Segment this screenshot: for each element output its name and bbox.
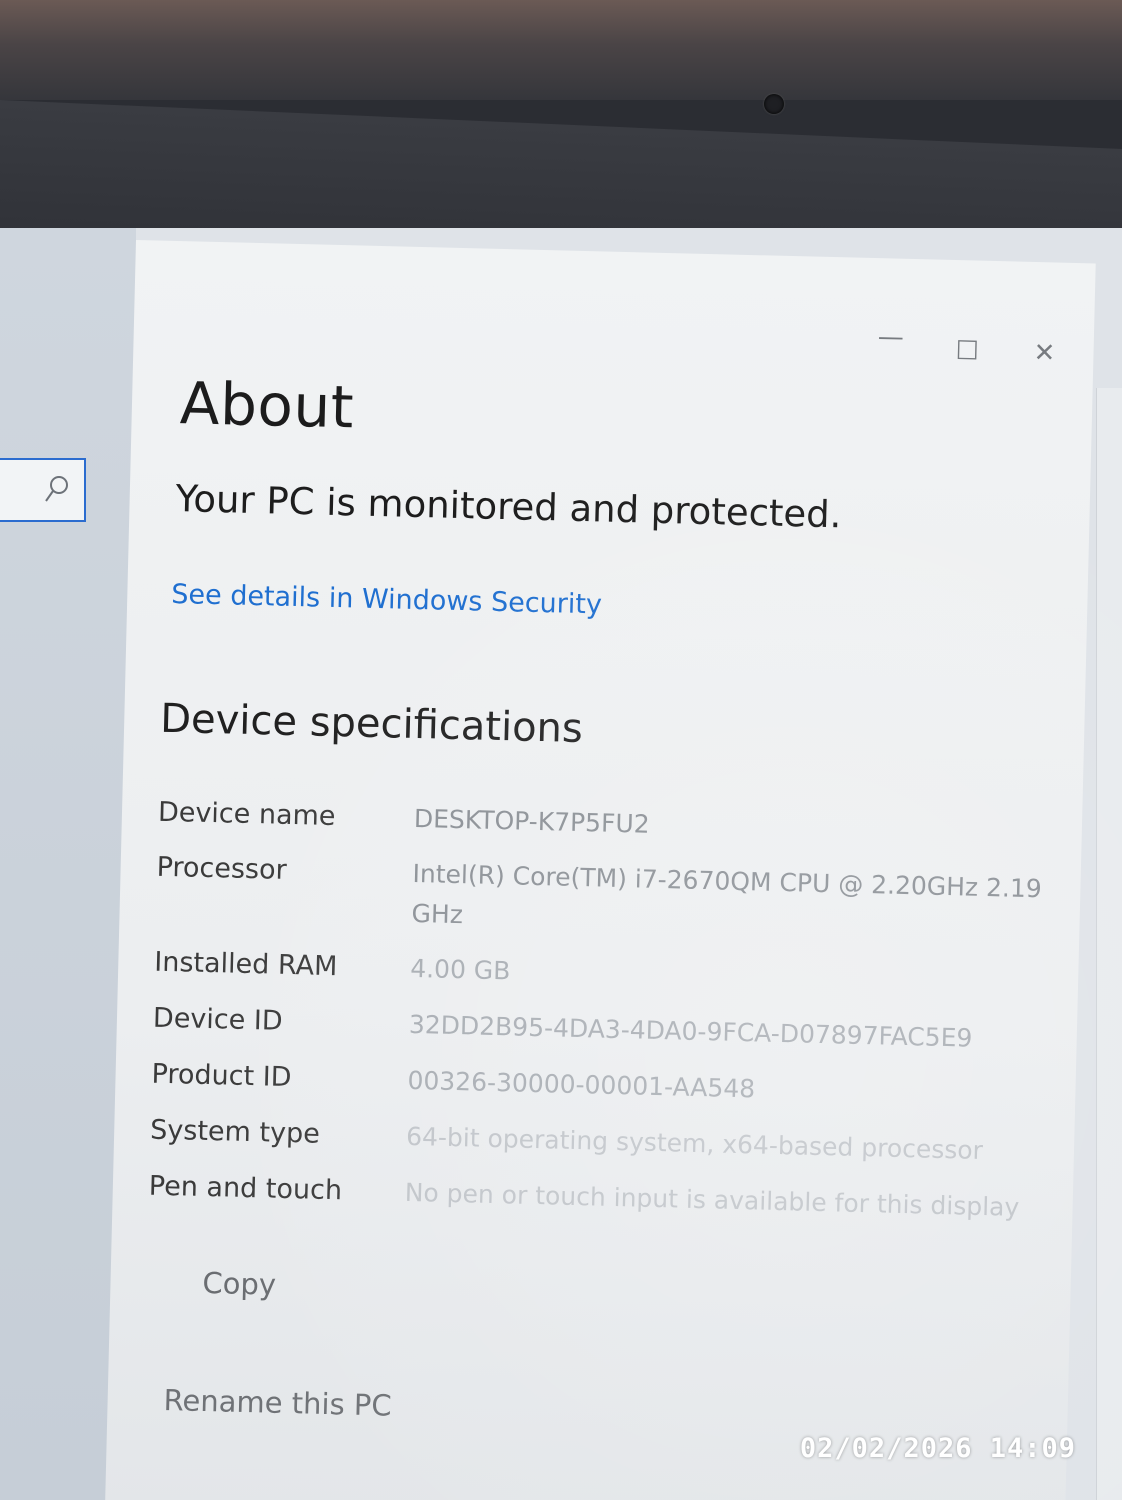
spec-label-installed-ram: Installed RAM (153, 946, 338, 983)
minimize-button[interactable]: — (877, 322, 904, 353)
spec-value-device-name: DESKTOP-K7P5FU2 (413, 803, 650, 839)
close-button[interactable]: ✕ (1033, 338, 1056, 369)
spec-label-pen-and-touch: Pen and touch (148, 1170, 343, 1207)
spec-value-installed-ram: 4.00 GB (409, 953, 511, 986)
spec-value-device-id: 32DD2B95-4DA3-4DA0-9FCA-D07897FAC5E9 (408, 1009, 973, 1053)
search-icon (45, 476, 68, 502)
spec-label-device-id: Device ID (152, 1002, 284, 1037)
about-window: — ☐ ✕ About Your PC is monitored and pro… (104, 240, 1096, 1500)
search-input[interactable] (0, 458, 86, 522)
rename-pc-button[interactable]: Rename this PC (163, 1383, 392, 1423)
spec-label-device-name: Device name (157, 796, 336, 833)
protection-status: Your PC is monitored and protected. (175, 477, 842, 537)
photo-timestamp: 02/02/2026 14:09 (799, 1433, 1076, 1464)
background-window-edge (1096, 388, 1122, 1500)
spec-value-pen-and-touch: No pen or touch input is available for t… (404, 1177, 1020, 1222)
webcam (764, 94, 784, 114)
copy-button[interactable]: Copy (202, 1266, 276, 1302)
spec-label-system-type: System type (149, 1114, 321, 1150)
spec-label-processor: Processor (156, 851, 288, 886)
laptop-bezel (0, 0, 1122, 100)
spec-value-system-type: 64-bit operating system, x64-based proce… (405, 1121, 984, 1165)
spec-value-processor: Intel(R) Core(TM) i7-2670QM CPU @ 2.20GH… (411, 858, 1043, 930)
device-specifications-heading: Device specifications (159, 695, 584, 753)
spec-value-product-id: 00326-30000-00001-AA548 (407, 1065, 756, 1104)
page-title: About (179, 369, 355, 442)
screen: — ☐ ✕ About Your PC is monitored and pro… (0, 228, 1122, 1500)
maximize-button[interactable]: ☐ (955, 336, 979, 367)
windows-security-link[interactable]: See details in Windows Security (171, 579, 602, 621)
spec-label-product-id: Product ID (151, 1058, 292, 1094)
